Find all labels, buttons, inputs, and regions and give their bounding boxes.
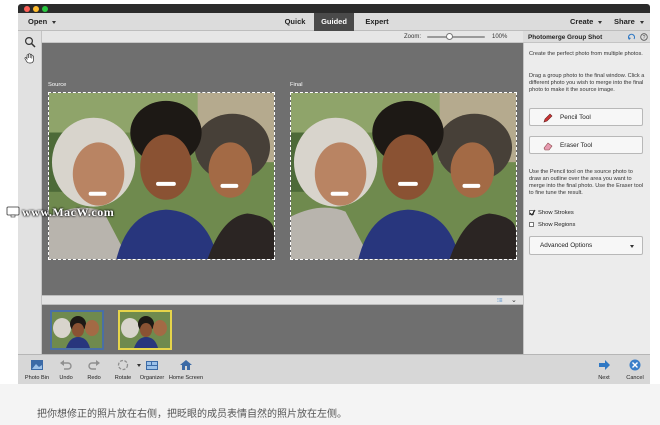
show-regions-checkbox[interactable] xyxy=(529,222,534,227)
cancel-label: Cancel xyxy=(626,375,644,381)
thumbnail-image xyxy=(52,312,102,348)
eraser-tool-button[interactable]: Eraser Tool xyxy=(529,136,643,154)
final-label: Final xyxy=(290,82,303,88)
photo-thumbnail[interactable] xyxy=(118,310,172,350)
zoom-slider[interactable] xyxy=(427,33,485,40)
organizer-icon xyxy=(146,361,158,370)
panel-instructions-text: Drag a group photo to the final window. … xyxy=(529,73,645,93)
show-regions-label: Show Regions xyxy=(538,222,576,228)
filmstrip-toolbar: ⁝≡ ⌄ xyxy=(42,295,523,305)
share-menu[interactable]: Share xyxy=(614,13,644,31)
create-menu[interactable]: Create xyxy=(570,13,603,31)
advanced-options-label: Advanced Options xyxy=(540,242,593,249)
zoom-bar: Zoom: 100% xyxy=(42,31,523,43)
caption-text: 把你想修正的照片放在右侧，把眨眼的成员表情自然的照片放在左侧。 xyxy=(37,409,347,420)
thumbnail-image xyxy=(120,312,170,348)
home-icon xyxy=(180,360,192,370)
help-icon[interactable]: ? xyxy=(640,33,648,41)
zoom-window-button[interactable] xyxy=(42,5,48,12)
zoom-icon[interactable] xyxy=(24,36,36,48)
home-screen-label: Home Screen xyxy=(168,375,204,381)
home-screen-button[interactable]: Home Screen xyxy=(166,355,206,385)
chevron-down-icon xyxy=(598,20,603,24)
bottom-toolbar: Photo Bin Undo Redo Rotate Organizer Hom… xyxy=(18,354,650,384)
next-button[interactable]: Next xyxy=(592,355,616,385)
photo-bin-label: Photo Bin xyxy=(24,375,50,381)
top-navigation: Open Quick Guided Expert Create Share xyxy=(18,13,650,31)
rotate-button[interactable]: Rotate xyxy=(110,355,141,385)
rotate-label: Rotate xyxy=(114,375,132,381)
tab-expert-label: Expert xyxy=(365,17,389,26)
advanced-options-dropdown[interactable]: Advanced Options xyxy=(529,236,643,255)
photo-thumbnail[interactable] xyxy=(50,310,104,350)
tab-expert[interactable]: Expert xyxy=(360,13,394,31)
group-photo-image xyxy=(291,93,516,259)
list-view-icon[interactable]: ⁝≡ xyxy=(497,297,502,304)
svg-text:?: ? xyxy=(643,35,646,41)
chevron-down-icon xyxy=(52,20,57,24)
show-strokes-checkbox[interactable] xyxy=(529,209,536,216)
chevron-down-icon xyxy=(639,20,644,24)
group-photo-image xyxy=(49,93,274,259)
watermark: www.MacW.com xyxy=(6,205,114,220)
pencil-help-text: Use the Pencil tool on the source photo … xyxy=(529,169,644,196)
tab-guided[interactable]: Guided xyxy=(314,13,354,31)
zoom-value: 100% xyxy=(492,34,508,40)
tool-strip xyxy=(18,31,42,354)
reset-icon[interactable] xyxy=(627,33,636,41)
photo-bin-button[interactable]: Photo Bin xyxy=(20,355,54,385)
eraser-icon xyxy=(543,142,553,151)
eraser-tool-label: Eraser Tool xyxy=(560,142,593,149)
organizer-label: Organizer xyxy=(139,375,165,381)
pencil-icon xyxy=(543,113,553,123)
organizer-button[interactable]: Organizer xyxy=(138,355,166,385)
arrow-right-icon xyxy=(599,360,610,370)
minimize-window-button[interactable] xyxy=(33,5,39,12)
tab-quick[interactable]: Quick xyxy=(280,13,310,31)
panel-intro-text: Create the perfect photo from multiple p… xyxy=(529,51,643,57)
pencil-tool-button[interactable]: Pencil Tool xyxy=(529,108,643,126)
source-photo[interactable] xyxy=(48,92,275,260)
close-window-button[interactable] xyxy=(24,5,30,12)
chevron-down-icon xyxy=(630,245,634,248)
redo-icon xyxy=(88,360,100,370)
zoom-slider-handle[interactable] xyxy=(445,33,453,40)
window-title-bar xyxy=(18,4,650,13)
final-photo[interactable] xyxy=(290,92,517,260)
tab-quick-label: Quick xyxy=(284,17,306,26)
hand-icon[interactable] xyxy=(24,52,36,64)
watermark-text: www.MacW.com xyxy=(22,205,115,219)
open-label: Open xyxy=(28,17,48,26)
checkmark-icon xyxy=(529,209,536,216)
create-label: Create xyxy=(570,17,594,26)
watermark-logo-icon xyxy=(6,206,20,218)
zoom-label: Zoom: xyxy=(404,34,422,40)
share-label: Share xyxy=(614,17,635,26)
guided-panel: Create the perfect photo from multiple p… xyxy=(523,31,650,354)
redo-label: Redo xyxy=(87,375,101,381)
open-menu[interactable]: Open xyxy=(28,13,57,31)
cancel-button[interactable]: Cancel xyxy=(622,355,648,385)
show-strokes-label: Show Strokes xyxy=(538,210,574,216)
undo-button[interactable]: Undo xyxy=(54,355,78,385)
photo-bin-icon xyxy=(31,360,43,370)
undo-icon xyxy=(60,360,72,370)
undo-label: Undo xyxy=(59,375,73,381)
rotate-icon xyxy=(117,359,129,371)
redo-button[interactable]: Redo xyxy=(82,355,106,385)
pencil-tool-label: Pencil Tool xyxy=(560,114,591,121)
next-label: Next xyxy=(598,375,610,381)
photo-bin-filmstrip xyxy=(42,305,523,354)
panel-header: Photomerge Group Shot ? xyxy=(523,31,650,43)
source-label: Source xyxy=(48,82,67,88)
cancel-icon xyxy=(629,359,641,371)
chevron-down-icon[interactable]: ⌄ xyxy=(511,296,517,304)
tab-guided-label: Guided xyxy=(321,17,347,26)
panel-title: Photomerge Group Shot xyxy=(528,33,603,41)
